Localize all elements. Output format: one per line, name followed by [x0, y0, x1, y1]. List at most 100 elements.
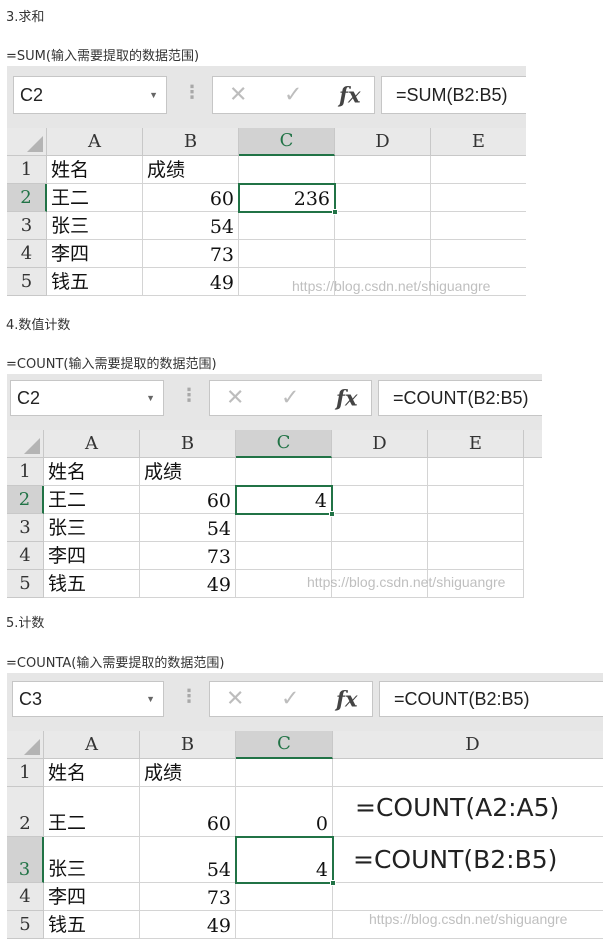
- cell-c1[interactable]: [236, 759, 333, 787]
- cell-c4[interactable]: [236, 883, 333, 911]
- cell-b4[interactable]: 73: [143, 240, 239, 268]
- cancel-icon[interactable]: ✕: [226, 386, 244, 411]
- cell-c4[interactable]: [236, 542, 332, 570]
- chevron-down-icon[interactable]: ▼: [146, 682, 155, 716]
- row-header[interactable]: 3: [7, 837, 44, 883]
- cell-a3[interactable]: 张三: [47, 212, 143, 240]
- column-header-b[interactable]: B: [143, 128, 239, 156]
- cell-a2[interactable]: 王二: [47, 184, 143, 212]
- column-header-c[interactable]: C: [236, 430, 332, 458]
- cell-c2[interactable]: 0: [236, 787, 333, 837]
- cell-e1[interactable]: [428, 458, 524, 486]
- cell-b2[interactable]: 60: [143, 184, 239, 212]
- cell-d4[interactable]: [332, 542, 428, 570]
- insert-function-icon[interactable]: fx: [339, 83, 361, 108]
- cell-a1[interactable]: 姓名: [47, 156, 143, 184]
- fill-handle[interactable]: [329, 511, 335, 517]
- cell-b1[interactable]: 成绩: [140, 458, 236, 486]
- enter-icon[interactable]: ✓: [284, 83, 302, 108]
- cell-d1[interactable]: [332, 458, 428, 486]
- row-header[interactable]: 5: [7, 570, 44, 598]
- column-header-a[interactable]: A: [47, 128, 143, 156]
- row-header[interactable]: 4: [7, 542, 44, 570]
- cell-e4[interactable]: [428, 542, 524, 570]
- select-all-corner[interactable]: [7, 731, 44, 759]
- column-header-d[interactable]: D: [333, 731, 603, 759]
- cell-b4[interactable]: 73: [140, 542, 236, 570]
- cell-b1[interactable]: 成绩: [140, 759, 236, 787]
- cell-e3[interactable]: [431, 212, 526, 240]
- cell-b5[interactable]: 49: [143, 268, 239, 296]
- cell-d1[interactable]: [335, 156, 431, 184]
- insert-function-icon[interactable]: fx: [336, 687, 358, 712]
- chevron-down-icon[interactable]: ▼: [146, 381, 155, 415]
- cell-c1[interactable]: [239, 156, 335, 184]
- row-header[interactable]: 5: [7, 268, 47, 296]
- cell-c5[interactable]: [236, 911, 333, 939]
- cell-a5[interactable]: 钱五: [47, 268, 143, 296]
- cell-b2[interactable]: 60: [140, 787, 236, 837]
- formula-input[interactable]: =COUNT(B2:B5): [378, 380, 542, 416]
- name-box[interactable]: C3 ▼: [12, 681, 164, 717]
- cell-a1[interactable]: 姓名: [44, 458, 140, 486]
- cell-d2[interactable]: [335, 184, 431, 212]
- drag-handle-icon[interactable]: ⋮: [183, 84, 201, 102]
- cell-b4[interactable]: 73: [140, 883, 236, 911]
- formula-input[interactable]: =COUNT(B2:B5): [379, 681, 603, 717]
- row-header[interactable]: 1: [7, 759, 44, 787]
- row-header[interactable]: 3: [7, 212, 47, 240]
- select-all-corner[interactable]: [7, 128, 47, 156]
- row-header[interactable]: 4: [7, 883, 44, 911]
- cell-e2[interactable]: [431, 184, 526, 212]
- insert-function-icon[interactable]: fx: [336, 386, 358, 411]
- enter-icon[interactable]: ✓: [281, 687, 299, 712]
- enter-icon[interactable]: ✓: [281, 386, 299, 411]
- cell-a3[interactable]: 张三: [44, 514, 140, 542]
- cell-a2[interactable]: 王二: [44, 486, 140, 514]
- cell-a5[interactable]: 钱五: [44, 570, 140, 598]
- fill-handle[interactable]: [330, 880, 336, 886]
- cell-d1[interactable]: [333, 759, 603, 787]
- row-header[interactable]: 4: [7, 240, 47, 268]
- cancel-icon[interactable]: ✕: [226, 687, 244, 712]
- cancel-icon[interactable]: ✕: [229, 83, 247, 108]
- column-header-b[interactable]: B: [140, 731, 236, 759]
- cell-b2[interactable]: 60: [140, 486, 236, 514]
- row-header[interactable]: 1: [7, 458, 44, 486]
- cell-b5[interactable]: 49: [140, 570, 236, 598]
- column-header-b[interactable]: B: [140, 430, 236, 458]
- cell-b1[interactable]: 成绩: [143, 156, 239, 184]
- column-header-a[interactable]: A: [44, 731, 140, 759]
- cell-a5[interactable]: 钱五: [44, 911, 140, 939]
- cell-e4[interactable]: [431, 240, 526, 268]
- cell-c1[interactable]: [236, 458, 332, 486]
- column-header-d[interactable]: D: [332, 430, 428, 458]
- cell-a3[interactable]: 张三: [44, 837, 140, 883]
- cell-c3[interactable]: [236, 514, 332, 542]
- cell-b3[interactable]: 54: [140, 514, 236, 542]
- cell-b3[interactable]: 54: [143, 212, 239, 240]
- formula-input[interactable]: =SUM(B2:B5): [381, 76, 526, 114]
- cell-a2[interactable]: 王二: [44, 787, 140, 837]
- column-header-d[interactable]: D: [335, 128, 431, 156]
- cell-a4[interactable]: 李四: [44, 542, 140, 570]
- cell-d2[interactable]: [332, 486, 428, 514]
- row-header[interactable]: 2: [7, 184, 47, 212]
- column-header-e[interactable]: E: [428, 430, 524, 458]
- column-header-c[interactable]: C: [236, 731, 333, 759]
- cell-d3[interactable]: [335, 212, 431, 240]
- row-header[interactable]: 1: [7, 156, 47, 184]
- row-header[interactable]: 5: [7, 911, 44, 939]
- cell-c4[interactable]: [239, 240, 335, 268]
- row-header[interactable]: 2: [7, 787, 44, 837]
- name-box[interactable]: C2 ▼: [10, 380, 164, 416]
- cell-d4[interactable]: [335, 240, 431, 268]
- drag-handle-icon[interactable]: ⋮: [180, 688, 198, 706]
- select-all-corner[interactable]: [7, 430, 44, 458]
- row-header[interactable]: 2: [7, 486, 44, 514]
- cell-d3[interactable]: [332, 514, 428, 542]
- column-header-c[interactable]: C: [239, 128, 335, 156]
- cell-a1[interactable]: 姓名: [44, 759, 140, 787]
- column-header-a[interactable]: A: [44, 430, 140, 458]
- fill-handle[interactable]: [332, 209, 338, 215]
